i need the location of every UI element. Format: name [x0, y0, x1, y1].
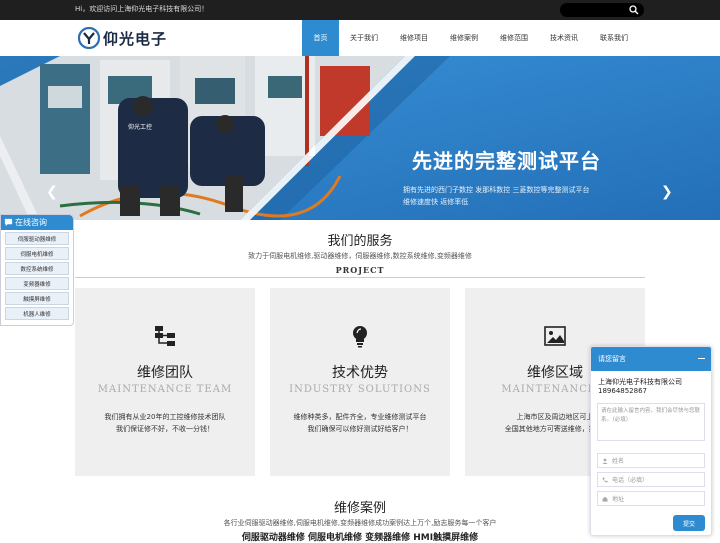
nav-contact[interactable]: 联系我们 — [589, 20, 639, 56]
search-box[interactable] — [560, 3, 644, 17]
image-icon — [544, 326, 566, 346]
card-description-line: 我们确保可以修好测试好给客户！ — [307, 425, 413, 433]
card-description-line: 我们拥有从业20年的工控维修技术团队 — [104, 413, 226, 421]
name-field[interactable]: 姓名 — [597, 453, 705, 468]
phone-icon — [602, 477, 608, 482]
sitemap-icon — [155, 326, 175, 346]
sidebar-header[interactable]: 在线咨询 — [1, 215, 73, 230]
address-field[interactable]: 地址 — [597, 491, 705, 506]
card-description: 我们拥有从业20年的工控维修技术团队 我们保证修不好，不收一分钱！ — [75, 411, 255, 435]
hero-banner: 仰光工控 先进的完整测试平台 拥有先进的西门子数控 发那科数控 三菱数控等完整测… — [0, 56, 720, 220]
divider — [75, 277, 645, 278]
prev-slide-arrow-icon[interactable]: ❮ — [46, 184, 58, 200]
message-textarea[interactable]: 请在此输入留言内容，我们会尽快与您联系。（必填） — [597, 403, 705, 441]
nav-projects[interactable]: 维修项目 — [389, 20, 439, 56]
tel-placeholder: 电话（必填） — [612, 477, 649, 484]
lightbulb-icon — [353, 326, 367, 348]
next-slide-arrow-icon[interactable]: ❯ — [661, 184, 673, 200]
online-consult-sidebar: 在线咨询 伺服驱动器维修 伺服电机维修 数控系统维修 变频器维修 触摸屏维修 机… — [0, 214, 74, 326]
service-card[interactable]: 技术优势 INDUSTRY SOLUTIONS 维修种类多，配件齐全，专业维修测… — [270, 288, 450, 476]
address-placeholder: 地址 — [612, 496, 625, 503]
search-icon[interactable] — [629, 5, 639, 15]
card-title: 维修团队 — [137, 365, 193, 381]
card-description: 维修种类多，配件齐全，专业维修测试平台 我们确保可以修好测试好给客户！ — [270, 411, 450, 435]
sidebar-item[interactable]: 触摸屏维修 — [5, 292, 69, 305]
nav-home[interactable]: 首页 — [302, 20, 339, 56]
tel-field[interactable]: 电话（必填） — [597, 472, 705, 487]
card-subtitle-en: MAINTENANCE TEAM — [97, 384, 233, 395]
logo-text: 仰光电子 — [103, 29, 168, 48]
services-label: PROJECT — [335, 265, 385, 275]
main-nav: 首页 关于我们 维修项目 维修案例 维修范围 技术资讯 联系我们 — [302, 20, 639, 56]
banner-subtitle-2: 维修速度快 返修率低 — [403, 198, 469, 206]
services-title: 我们的服务 — [327, 234, 393, 249]
name-placeholder: 姓名 — [612, 458, 625, 465]
minimize-icon[interactable] — [698, 358, 705, 359]
services-subtitle: 致力于伺服电机维修,驱动器维修，伺服器维修,数控系统维修,变频器维修 — [248, 252, 472, 260]
logo-mark-icon — [78, 27, 100, 49]
sidebar-item[interactable]: 伺服驱动器维修 — [5, 232, 69, 245]
sidebar-item[interactable]: 伺服电机维修 — [5, 247, 69, 260]
sidebar-item[interactable]: 数控系统维修 — [5, 262, 69, 275]
nav-cases[interactable]: 维修案例 — [439, 20, 489, 56]
banner-photo — [0, 56, 720, 220]
card-subtitle-en: INDUSTRY SOLUTIONS — [289, 384, 431, 395]
welcome-text: Hi，欢迎访问上海仰光电子科技有限公司！ — [75, 5, 209, 13]
sidebar-title: 在线咨询 — [15, 218, 47, 227]
message-form: 请您留言 上海仰光电子科技有限公司 18964852867 请在此输入留言内容，… — [590, 346, 712, 536]
nav-scope[interactable]: 维修范围 — [489, 20, 539, 56]
card-title: 技术优势 — [332, 365, 388, 381]
chat-icon — [4, 218, 13, 227]
user-icon — [602, 458, 608, 464]
nav-news[interactable]: 技术资讯 — [539, 20, 589, 56]
service-card[interactable]: 维修团队 MAINTENANCE TEAM 我们拥有从业20年的工控维修技术团队… — [75, 288, 255, 476]
submit-button[interactable]: 提交 — [673, 515, 705, 531]
form-phone: 18964852867 — [598, 387, 647, 395]
form-company: 上海仰光电子科技有限公司 — [598, 378, 682, 386]
form-title: 请您留言 — [598, 355, 626, 363]
banner-subtitle: 拥有先进的西门子数控 发那科数控 三菱数控等完整测试平台 — [403, 186, 590, 194]
nav-about[interactable]: 关于我们 — [339, 20, 389, 56]
site-header: 仰光电子 首页 关于我们 维修项目 维修案例 维修范围 技术资讯 联系我们 — [0, 20, 720, 56]
banner-title: 先进的完整测试平台 — [412, 149, 601, 173]
form-header[interactable]: 请您留言 — [591, 347, 711, 371]
sidebar-item[interactable]: 机器人维修 — [5, 307, 69, 320]
top-bar: Hi，欢迎访问上海仰光电子科技有限公司！ — [0, 0, 720, 20]
home-icon — [602, 496, 608, 502]
card-description-line: 维修种类多，配件齐全，专业维修测试平台 — [293, 413, 427, 421]
logo[interactable]: 仰光电子 — [78, 25, 167, 51]
card-description-line: 我们保证修不好，不收一分钱！ — [116, 425, 214, 433]
sidebar-item[interactable]: 变频器维修 — [5, 277, 69, 290]
photo-caption: 仰光工控 — [128, 124, 153, 131]
